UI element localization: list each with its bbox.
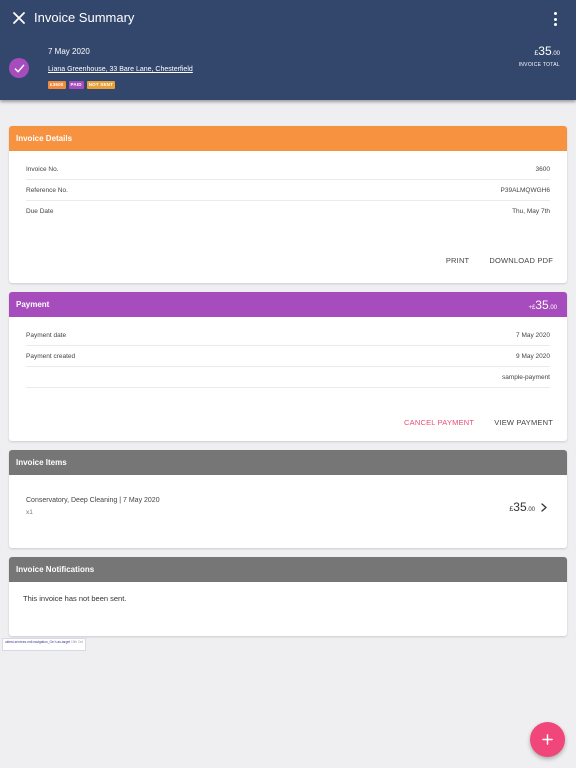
item-description: Conservatory, Deep Cleaning | 7 May 2020 <box>26 497 160 504</box>
payment-header: Payment +£35.00 <box>9 292 567 317</box>
invoice-date: 7 May 2020 <box>48 47 90 56</box>
invoice-total-amount: £35.00 <box>519 44 560 61</box>
item-price: £35.00 <box>509 500 535 514</box>
payment-row-date: Payment date 7 May 2020 <box>26 325 550 346</box>
invoice-details-actions: PRINT DOWNLOAD PDF <box>446 256 553 265</box>
overflow-menu-button[interactable] <box>550 11 560 27</box>
detail-row-reference-no: Reference No. P39ALMQWGH6 <box>26 180 550 201</box>
debug-text: uktest-services.mdl.navigation_Ge h-as-t… <box>5 640 71 644</box>
cancel-payment-button[interactable]: CANCEL PAYMENT <box>404 418 474 427</box>
plus-icon <box>542 734 553 745</box>
payment-amount-major: 35 <box>535 297 549 312</box>
not-sent-badge: NOT SENT <box>86 81 116 89</box>
notification-message: This invoice has not been sent. <box>23 594 127 603</box>
status-badges: £3600 PAID NOT SENT <box>48 81 116 89</box>
invoice-notifications-card: Invoice Notifications This invoice has n… <box>9 557 567 636</box>
payment-amount: +£35.00 <box>528 298 557 312</box>
invoice-items-title: Invoice Items <box>16 458 67 467</box>
app-header: Invoice Summary 7 May 2020 Liana Greenho… <box>0 0 576 100</box>
payment-card: Payment +£35.00 Payment date 7 May 2020 … <box>9 292 567 441</box>
paid-badge: PAID <box>68 81 84 89</box>
invoice-details-header: Invoice Details <box>9 126 567 151</box>
payment-row-reference: sample-payment <box>26 367 550 388</box>
invoice-details-rows: Invoice No. 3600 Reference No. P39ALMQWG… <box>9 151 567 222</box>
total-minor: .00 <box>551 51 560 57</box>
detail-row-due-date: Due Date Thu, May 7th <box>26 201 550 222</box>
detail-label: Reference No. <box>26 186 68 194</box>
payment-row-created: Payment created 9 May 2020 <box>26 346 550 367</box>
customer-address-link[interactable]: Liana Greenhouse, 33 Bare Lane, Chesterf… <box>48 66 193 73</box>
download-pdf-button[interactable]: DOWNLOAD PDF <box>489 256 553 265</box>
detail-row-invoice-no: Invoice No. 3600 <box>26 159 550 180</box>
total-major: 35 <box>538 44 552 58</box>
item-price-major: 35 <box>513 500 527 514</box>
payment-label: Payment created <box>26 352 76 360</box>
invoice-notifications-header: Invoice Notifications <box>9 557 567 582</box>
invoice-total: £35.00 INVOICE TOTAL <box>519 44 560 68</box>
payment-rows: Payment date 7 May 2020 Payment created … <box>9 317 567 388</box>
more-vert-icon-dot <box>553 23 557 26</box>
payment-actions: CANCEL PAYMENT VIEW PAYMENT <box>404 418 553 427</box>
debug-time: 19th Oct <box>70 640 83 644</box>
invoice-details-card: Invoice Details Invoice No. 3600 Referen… <box>9 126 567 283</box>
invoice-details-title: Invoice Details <box>16 134 73 143</box>
check-icon <box>14 64 24 72</box>
view-payment-button[interactable]: VIEW PAYMENT <box>494 418 553 427</box>
item-price-minor: .00 <box>526 507 535 513</box>
debug-overlay-chip: uktest-services.mdl.navigation_Ge h-as-t… <box>2 638 86 651</box>
page-title: Invoice Summary <box>34 10 135 25</box>
payment-label: Payment date <box>26 331 67 339</box>
payment-value: 7 May 2020 <box>516 331 550 339</box>
more-vert-icon-dot <box>553 17 557 21</box>
invoice-total-label: INVOICE TOTAL <box>518 62 560 68</box>
detail-value: 3600 <box>535 165 550 173</box>
detail-value: P39ALMQWGH6 <box>500 186 551 194</box>
chevron-right-icon <box>541 502 547 512</box>
paid-status-indicator <box>9 58 29 78</box>
item-row-link[interactable]: £35.00 <box>509 500 547 514</box>
detail-value: Thu, May 7th <box>512 208 550 215</box>
print-button[interactable]: PRINT <box>446 256 470 265</box>
payment-value: sample-payment <box>501 373 550 381</box>
detail-label: Due Date <box>26 208 54 215</box>
close-button[interactable] <box>12 11 26 25</box>
payment-value: 9 May 2020 <box>516 352 550 360</box>
close-icon <box>13 12 25 24</box>
more-vert-icon <box>553 12 557 15</box>
payment-title: Payment <box>16 300 50 309</box>
invoice-number-badge: £3600 <box>48 81 66 89</box>
invoice-items-header: Invoice Items <box>9 450 567 475</box>
detail-label: Invoice No. <box>26 165 59 173</box>
item-quantity: x1 <box>26 509 33 516</box>
add-fab-button[interactable] <box>530 722 565 757</box>
invoice-items-card: Invoice Items Conservatory, Deep Cleanin… <box>9 450 567 548</box>
payment-amount-minor: .00 <box>548 304 557 311</box>
invoice-notifications-title: Invoice Notifications <box>16 565 95 574</box>
